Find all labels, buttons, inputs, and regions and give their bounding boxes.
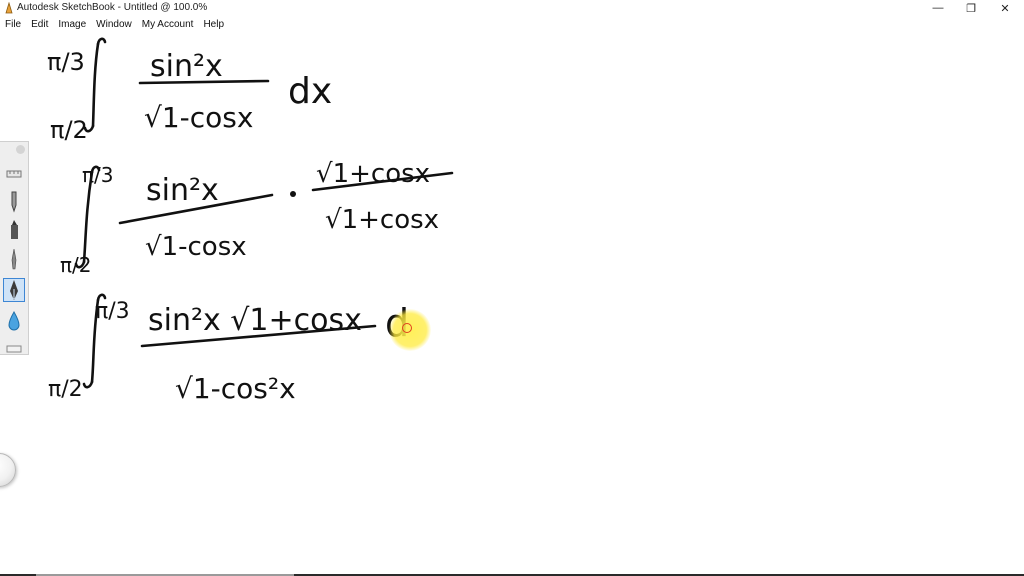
water-drop-icon — [8, 311, 20, 331]
integral-sign-1 — [91, 42, 100, 128]
numerator-3: sin²x √1+cosx — [148, 303, 362, 338]
handwriting-layer: π/3 π/2 sin²x √1-cosx dx π/3 π/2 sin²x √… — [47, 37, 454, 405]
numerator-2: sin²x — [146, 173, 219, 208]
multiplier-denominator: √1+cosx — [325, 205, 439, 235]
marker-tool[interactable] — [3, 218, 25, 242]
eraser-tool[interactable] — [3, 336, 25, 360]
denominator-1: √1-cosx — [144, 101, 253, 134]
upper-limit-2: π/3 — [82, 163, 114, 187]
denominator-2: √1-cosx — [145, 232, 247, 262]
paintbrush-tool[interactable] — [3, 247, 25, 271]
equation-line-3: π/3 π/2 sin²x √1+cosx √1-cos²x d — [48, 293, 409, 405]
upper-limit-3: π/3 — [95, 299, 130, 324]
equation-line-1: π/3 π/2 sin²x √1-cosx dx — [47, 37, 332, 144]
water-drop-tool[interactable] — [3, 309, 25, 333]
ruler-icon — [6, 170, 22, 178]
pencil-icon — [11, 191, 17, 213]
denominator-3: √1-cos²x — [175, 372, 296, 405]
numerator-1: sin²x — [150, 49, 223, 84]
pen-icon — [10, 280, 18, 300]
lower-limit-1: π/2 — [50, 116, 88, 144]
pen-cursor-icon — [402, 323, 412, 333]
marker-icon — [11, 220, 18, 239]
multiplication-dot — [290, 191, 296, 197]
ruler-tool[interactable] — [3, 162, 25, 186]
palette-close-icon[interactable] — [16, 145, 25, 154]
lower-limit-3: π/2 — [48, 377, 83, 402]
pencil-tool[interactable] — [3, 190, 25, 214]
pen-tool[interactable] — [3, 278, 25, 302]
brush-palette — [0, 141, 29, 355]
equation-line-2: π/3 π/2 sin²x √1-cosx √1+cosx √1+cosx — [60, 159, 454, 277]
eraser-icon — [6, 345, 22, 353]
upper-limit-1: π/3 — [47, 48, 85, 76]
paintbrush-icon — [11, 248, 17, 270]
lower-limit-2: π/2 — [60, 253, 92, 277]
differential-1: dx — [288, 71, 332, 112]
multiplier-numerator: √1+cosx — [316, 159, 430, 189]
